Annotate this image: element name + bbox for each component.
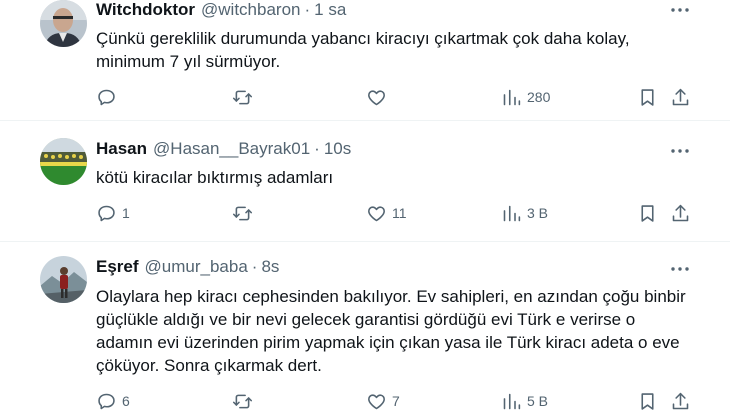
bookmark-button[interactable] [637,202,658,224]
share-upload-icon [672,204,689,221]
tweet[interactable]: Eşref @umur_baba · 8s Olaylara hep kirac… [0,242,730,420]
separator-dot: · [251,257,258,276]
retweet-arrows-icon [232,90,253,104]
retweet-button[interactable] [232,202,258,224]
view-count: 3 B [527,205,549,221]
bookmark-button[interactable] [637,86,658,108]
reply-count: 1 [122,205,130,221]
retweet-button[interactable] [232,86,258,108]
share-button[interactable] [670,202,691,224]
analytics-bars-icon [503,205,521,221]
like-button[interactable]: 7 [366,390,400,412]
like-button[interactable]: 11 [366,202,407,224]
tweet-time[interactable]: 10s [324,139,351,159]
heart-icon [368,393,385,409]
reply-bubble-icon [98,393,115,409]
views-button[interactable]: 3 B [501,202,548,224]
separator-dot: · [314,139,320,158]
views-button[interactable]: 280 [501,86,550,108]
tweet-actions: 280 [96,86,696,108]
heart-icon [368,205,385,221]
author-handle[interactable]: @umur_baba [145,257,248,277]
tweet-time[interactable]: 8s [261,257,279,277]
tweet-time[interactable]: 1 sa [314,0,346,20]
like-count: 7 [392,393,400,409]
analytics-bars-icon [503,393,521,409]
tweet-header: Witchdoktor @witchbaron · 1 sa [96,0,346,20]
tweet-text: kötü kiracılar bıktırmış adamları [96,168,334,187]
bookmark-icon [641,204,654,222]
retweet-arrows-icon [232,206,253,220]
tweet-actions: 6 7 5 B [96,390,696,412]
retweet-button[interactable] [232,390,258,412]
bookmark-button[interactable] [637,390,658,412]
reply-count: 6 [122,393,130,409]
retweet-arrows-icon [232,394,253,408]
more-icon[interactable] [670,0,690,20]
author-name[interactable]: Hasan [96,139,147,159]
author-handle[interactable]: @witchbaron [201,0,300,20]
author-handle[interactable]: @Hasan__Bayrak01 [153,139,310,159]
share-upload-icon [672,88,689,105]
avatar[interactable] [40,138,87,185]
tweet-header: Hasan @Hasan__Bayrak01 · 10s [96,139,351,159]
reply-button[interactable]: 1 [96,202,130,224]
share-button[interactable] [670,86,691,108]
share-button[interactable] [670,390,691,412]
tweet-actions: 1 11 3 B [96,202,696,224]
view-count: 280 [527,89,551,105]
tweet[interactable]: Hasan @Hasan__Bayrak01 · 10s kötü kiracı… [0,121,730,242]
reply-bubble-icon [98,89,115,105]
more-icon[interactable] [670,141,690,161]
analytics-bars-icon [503,89,521,105]
tweet[interactable]: Witchdoktor @witchbaron · 1 sa Çünkü ger… [0,0,730,121]
like-count: 11 [392,205,407,221]
view-count: 5 B [527,393,549,409]
tweet-text: Olaylara hep kiracı cephesinden bakılıyo… [96,287,686,375]
reply-button[interactable]: 6 [96,390,130,412]
heart-icon [368,89,385,105]
bookmark-icon [641,88,654,106]
author-name[interactable]: Witchdoktor [96,0,195,20]
reply-button[interactable] [96,86,122,108]
avatar[interactable] [40,0,87,47]
avatar[interactable] [40,256,87,303]
views-button[interactable]: 5 B [501,390,548,412]
share-upload-icon [672,392,689,409]
tweet-header: Eşref @umur_baba · 8s [96,257,279,277]
tweet-text: Çünkü gereklilik durumunda yabancı kirac… [96,29,630,71]
bookmark-icon [641,392,654,410]
like-button[interactable] [366,86,392,108]
more-icon[interactable] [670,259,690,279]
author-name[interactable]: Eşref [96,257,139,277]
reply-bubble-icon [98,205,115,221]
separator-dot: · [304,0,311,19]
